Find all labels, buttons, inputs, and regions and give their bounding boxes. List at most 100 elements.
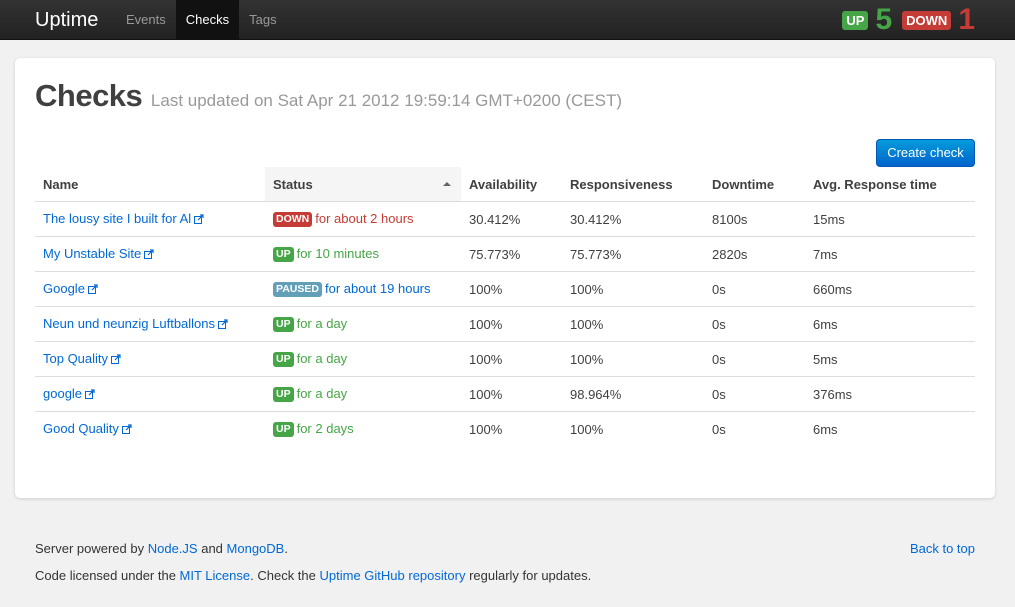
mongodb-link[interactable]: MongoDB	[227, 541, 285, 556]
avg-response-cell: 15ms	[805, 201, 975, 237]
availability-cell: 30.412%	[461, 201, 562, 237]
status-label: UP	[273, 317, 294, 332]
footer-text: regularly for updates.	[465, 568, 592, 583]
column-header-responsiveness[interactable]: Responsiveness	[562, 167, 704, 202]
table-row: Top Quality UP for a day 100% 100% 0s 5ms	[35, 341, 975, 377]
check-name-cell: Top Quality	[35, 341, 265, 377]
back-to-top-link[interactable]: Back to top	[910, 535, 975, 562]
down-count: 1	[958, 3, 975, 36]
responsiveness-cell: 30.412%	[562, 201, 704, 237]
footer-text: and	[197, 541, 227, 556]
downtime-cell: 0s	[704, 306, 805, 342]
check-name-link[interactable]: The lousy site I built for Al	[43, 211, 191, 226]
last-updated: Last updated on Sat Apr 21 2012 19:59:14…	[150, 91, 623, 110]
responsiveness-cell: 98.964%	[562, 376, 704, 412]
responsiveness-cell: 100%	[570, 421, 604, 437]
checks-table-body: The lousy site I built for Al DOWN for abo…	[35, 201, 975, 447]
footer-text: . Check the	[250, 568, 320, 583]
footer-text: .	[284, 541, 288, 556]
check-status-cell: UP for 2 days	[265, 412, 461, 447]
nav-tags[interactable]: Tags	[239, 0, 286, 39]
downtime-cell: 2820s	[704, 236, 805, 272]
page-title: Checks	[35, 78, 143, 113]
availability-cell: 100%	[469, 421, 503, 437]
footer-line-1: Server powered by Node.JS and MongoDB.	[35, 535, 975, 562]
downtime-cell: 0s	[704, 376, 805, 412]
down-badge: DOWN	[902, 10, 952, 30]
availability-cell: 100%	[461, 271, 562, 307]
column-header-status[interactable]: Status	[265, 167, 461, 202]
external-link-icon[interactable]	[121, 422, 132, 437]
status-label: UP	[273, 387, 294, 402]
check-name-cell: google	[35, 376, 265, 412]
page-header: Checks Last updated on Sat Apr 21 2012 1…	[35, 78, 622, 114]
downtime-cell: 0s	[704, 271, 805, 307]
status-duration: for about 19 hours	[324, 281, 431, 296]
status-duration: for a day	[296, 316, 348, 331]
check-name-cell: My Unstable Site	[35, 236, 265, 272]
avg-response-cell: 7ms	[805, 236, 975, 272]
column-header-avg-response[interactable]: Avg. Response time	[805, 167, 975, 202]
table-row: The lousy site I built for Al DOWN for abo…	[35, 201, 975, 237]
avg-response-cell: 660ms	[805, 271, 975, 307]
avg-response-cell: 5ms	[805, 341, 975, 377]
column-header-availability[interactable]: Availability	[461, 167, 562, 202]
check-status-cell: UP for 10 minutes	[265, 236, 461, 272]
check-name-link[interactable]: Google	[43, 281, 85, 296]
availability-cell: 100%	[461, 341, 562, 377]
external-link-icon[interactable]	[111, 352, 121, 367]
check-status-cell: UP for a day	[265, 341, 461, 377]
up-badge: UP	[842, 10, 869, 30]
footer-text: Server powered by	[35, 541, 148, 556]
downtime-cell: 0s	[712, 421, 726, 437]
status-duration: for a day	[296, 351, 348, 366]
status-label: UP	[273, 247, 294, 262]
availability-cell: 100%	[461, 376, 562, 412]
check-name-cell: Neun und neunzig Luftballons	[35, 306, 265, 342]
table-row: Google PAUSED for about 19 hours 100% 100% 0s…	[35, 271, 975, 307]
external-link-icon[interactable]	[194, 212, 204, 227]
checks-table: Name Status Availability Responsiveness …	[35, 167, 975, 446]
nav-events[interactable]: Events	[116, 0, 176, 39]
check-name-link[interactable]: google	[43, 386, 82, 401]
responsiveness-cell: 100%	[562, 306, 704, 342]
check-status-cell: UP for a day	[265, 306, 461, 342]
external-link-icon[interactable]	[218, 317, 228, 332]
column-header-status-label: Status	[273, 176, 313, 192]
nodejs-link[interactable]: Node.JS	[148, 541, 198, 556]
checks-panel: Checks Last updated on Sat Apr 21 2012 1…	[15, 58, 995, 498]
responsiveness-cell: 75.773%	[562, 236, 704, 272]
check-name-link[interactable]: My Unstable Site	[43, 246, 141, 261]
avg-response-cell: 376ms	[805, 376, 975, 412]
main-nav: Events Checks Tags	[116, 0, 287, 39]
status-label: UP	[273, 352, 294, 367]
check-name-link[interactable]: Neun und neunzig Luftballons	[43, 316, 215, 331]
footer: Server powered by Node.JS and MongoDB. C…	[35, 535, 975, 589]
footer-text: Code licensed under the	[35, 568, 180, 583]
column-header-name[interactable]: Name	[35, 167, 265, 202]
check-status-cell: PAUSED for about 19 hours	[265, 271, 461, 307]
status-duration: for 2 days	[296, 421, 354, 436]
status-counters: UP 5 DOWN 1	[842, 0, 975, 40]
mit-license-link[interactable]: MIT License	[180, 568, 251, 583]
external-link-icon[interactable]	[85, 387, 95, 402]
brand-logo[interactable]: Uptime	[35, 6, 98, 34]
avg-response-cell: 6ms	[813, 421, 838, 437]
nav-checks[interactable]: Checks	[175, 0, 240, 39]
status-duration: for about 2 hours	[315, 211, 414, 226]
status-label: DOWN	[273, 212, 313, 227]
column-header-downtime[interactable]: Downtime	[704, 167, 805, 202]
check-name-cell: The lousy site I built for Al	[35, 201, 265, 237]
external-link-icon[interactable]	[144, 247, 154, 262]
table-row: Good Quality UP for 2 days 100% 100% 0s 6ms	[35, 412, 975, 447]
availability-cell: 75.773%	[461, 236, 562, 272]
responsiveness-cell: 100%	[562, 271, 704, 307]
downtime-cell: 8100s	[704, 201, 805, 237]
responsiveness-cell: 100%	[562, 341, 704, 377]
check-name-link[interactable]: Good Quality	[43, 421, 119, 436]
check-name-link[interactable]: Top Quality	[43, 351, 108, 366]
external-link-icon[interactable]	[87, 282, 98, 297]
github-repo-link[interactable]: Uptime GitHub repository	[320, 568, 466, 583]
check-status-cell: DOWN for about 2 hours	[265, 201, 461, 237]
create-check-button[interactable]: Create check	[876, 139, 975, 167]
